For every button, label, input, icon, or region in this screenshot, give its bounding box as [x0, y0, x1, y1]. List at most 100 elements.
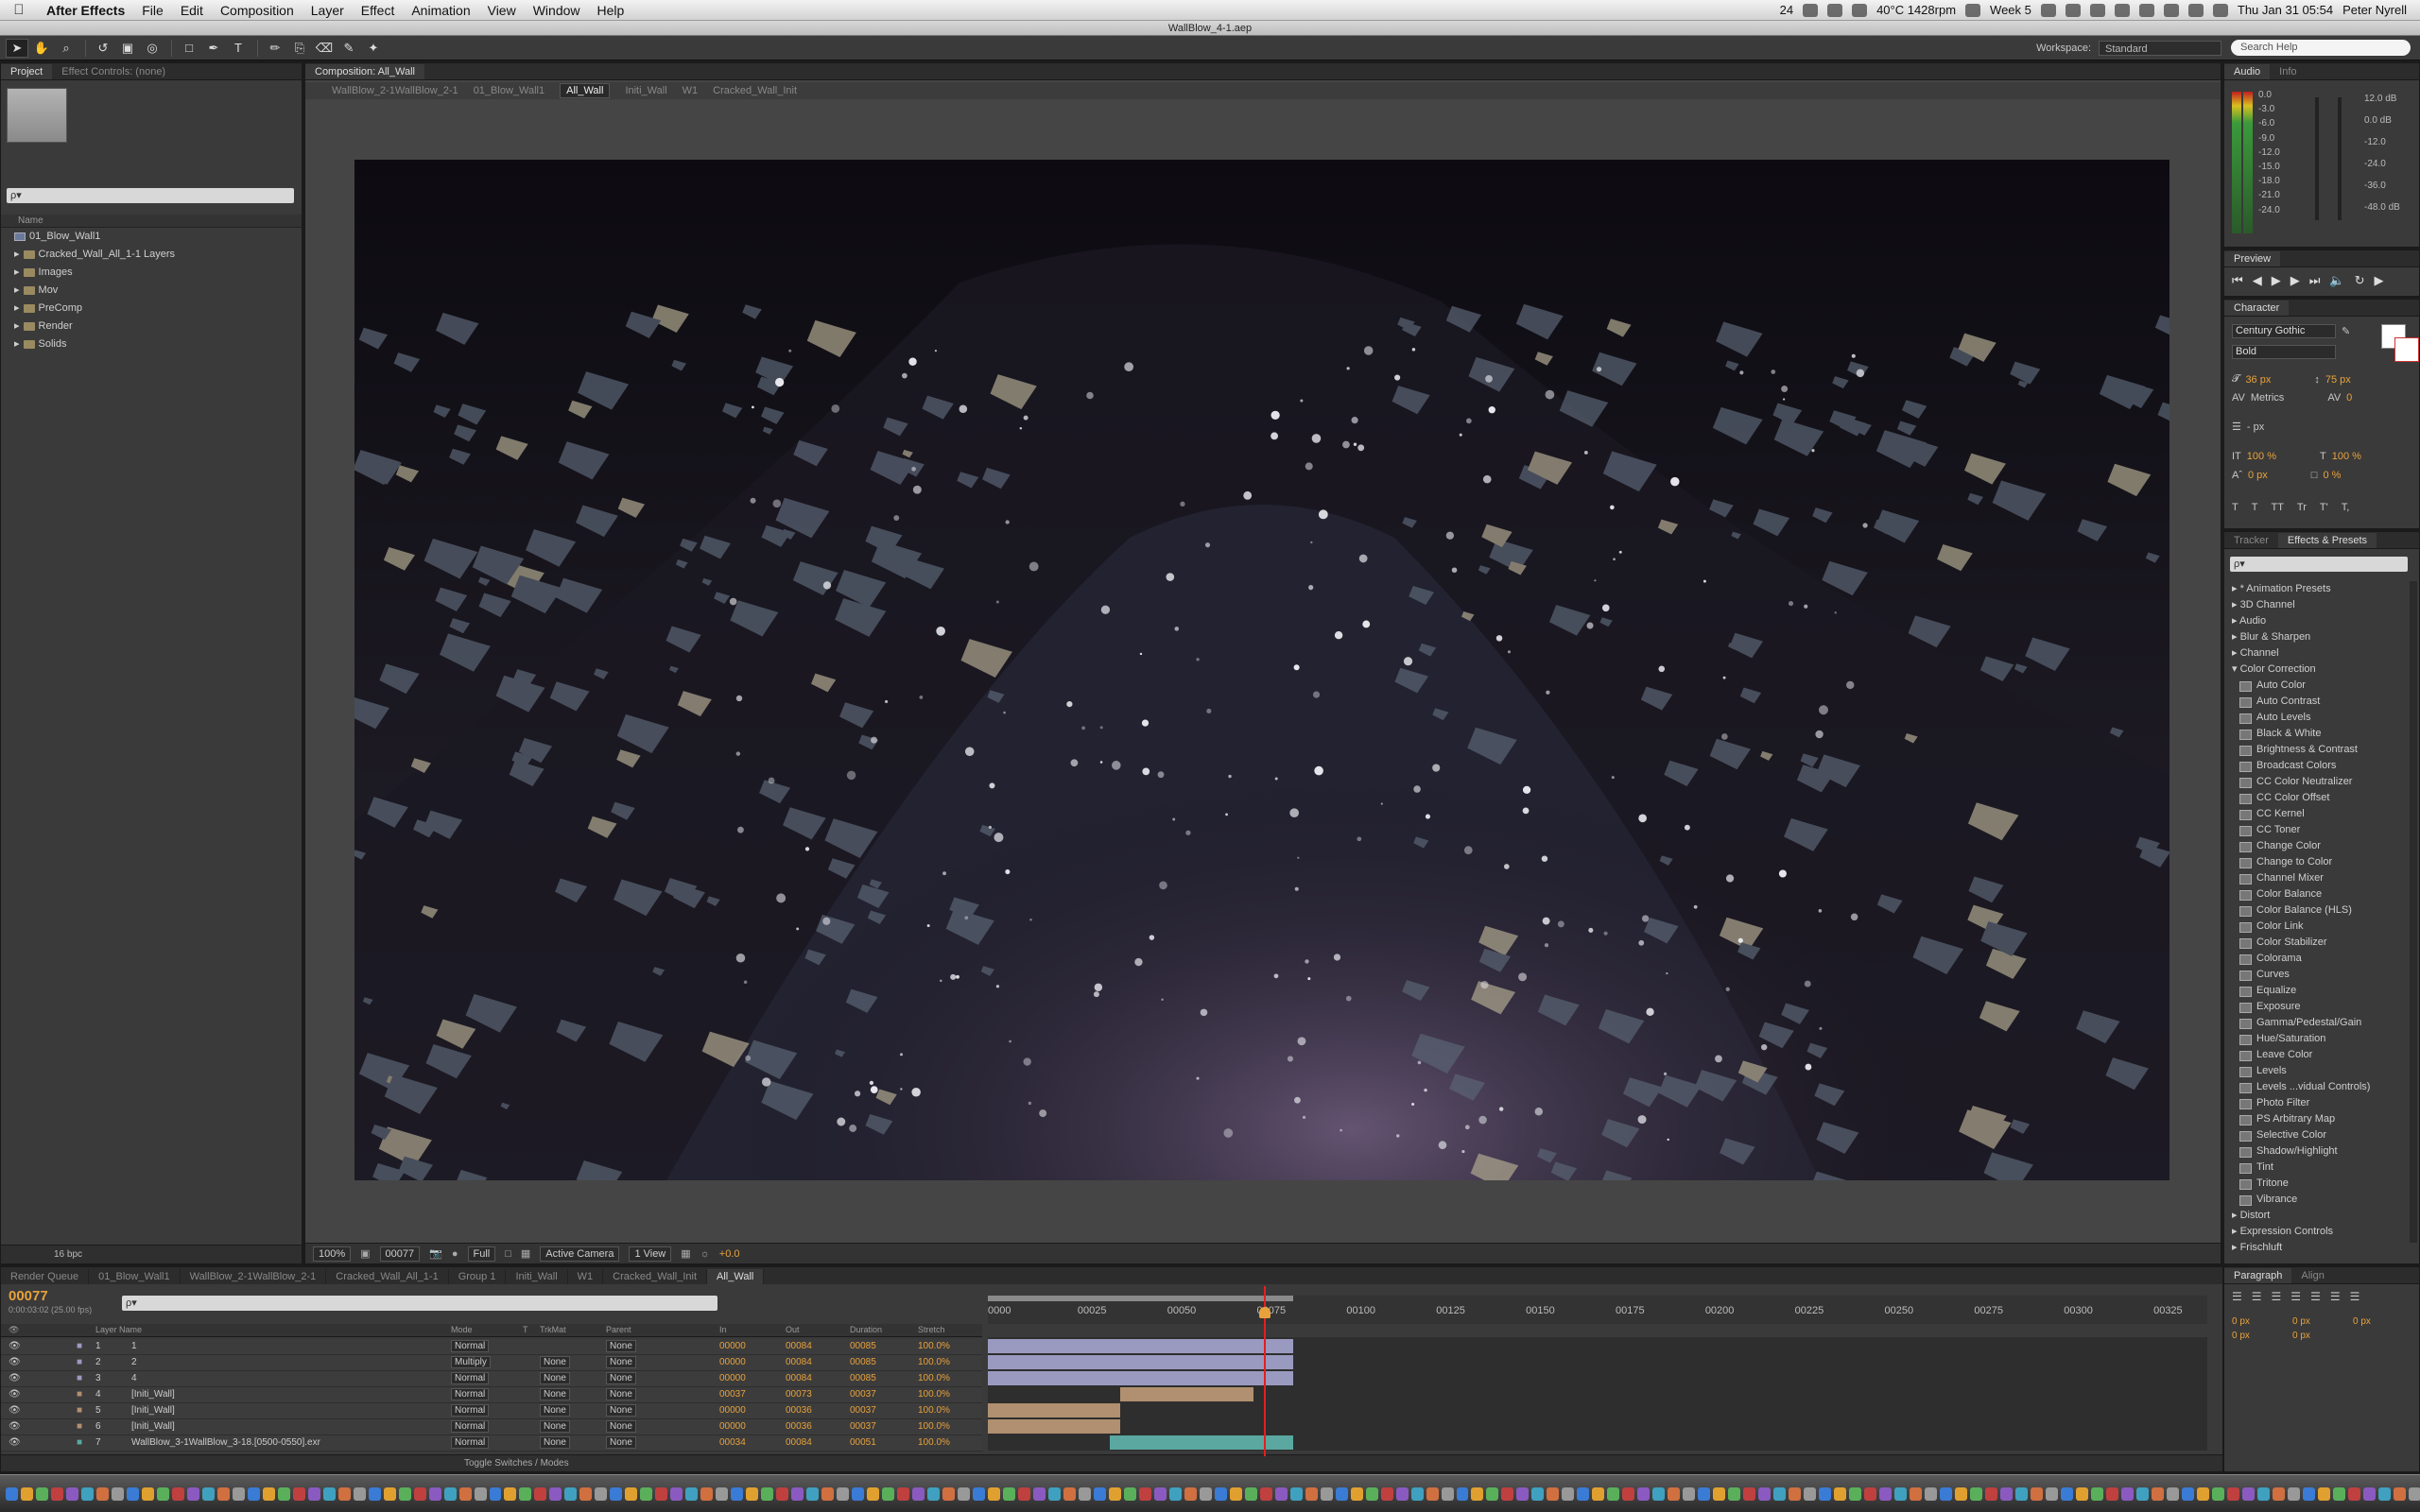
dock-app-icon[interactable] [2287, 1486, 2300, 1501]
eye-icon[interactable]: 👁 [9, 1437, 21, 1448]
layer-row[interactable]: 👁 ■ 2 2 Multiply None None 00000 00084 00085 100.0… [1, 1355, 982, 1371]
color-channel-icon[interactable]: ● [452, 1248, 458, 1260]
subscript-button[interactable]: T, [2342, 502, 2350, 513]
dock-app-icon[interactable] [1259, 1486, 1272, 1501]
dock-app-icon[interactable] [2045, 1486, 2058, 1501]
layer-mode-dropdown[interactable]: Normal [451, 1388, 490, 1400]
dock-app-icon[interactable] [458, 1486, 472, 1501]
dock-app-icon[interactable] [1531, 1486, 1545, 1501]
dock-app-icon[interactable] [20, 1486, 33, 1501]
effect-category[interactable]: ▸ Frischluft [2224, 1240, 2410, 1256]
roto-brush-tool-icon[interactable]: ✎ [337, 39, 360, 58]
layer-duration[interactable]: 00085 [850, 1357, 876, 1367]
view-layout-dropdown[interactable]: 1 View [629, 1246, 672, 1262]
justify-center-icon[interactable]: ☰ [2310, 1290, 2321, 1303]
effect-item[interactable]: Leave Color [2224, 1047, 2410, 1063]
dock-app-icon[interactable] [1380, 1486, 1393, 1501]
effect-item[interactable]: Brightness & Contrast [2224, 742, 2410, 758]
dock-app-icon[interactable] [1123, 1486, 1136, 1501]
dock-app-icon[interactable] [549, 1486, 562, 1501]
breadcrumb-item[interactable]: W1 [683, 85, 699, 96]
layer-mode-dropdown[interactable]: Normal [451, 1436, 490, 1449]
space-before-value[interactable]: 0 px [2232, 1331, 2292, 1341]
dock-app-icon[interactable] [80, 1486, 94, 1501]
dock-app-icon[interactable] [837, 1486, 850, 1501]
dock-app-icon[interactable] [1637, 1486, 1651, 1501]
effect-item[interactable]: Levels ...vidual Controls) [2224, 1079, 2410, 1095]
tab-timeline[interactable]: Cracked_Wall_All_1-1 [326, 1269, 449, 1284]
header-trkmat[interactable]: TrkMat [540, 1325, 566, 1334]
dock-app-icon[interactable] [383, 1486, 396, 1501]
dock-app-icon[interactable] [50, 1486, 63, 1501]
effect-item[interactable]: Broadcast Colors [2224, 758, 2410, 774]
dock-app-icon[interactable] [2075, 1486, 2088, 1501]
adobe-ai-status[interactable]: 24 [1780, 3, 1793, 17]
rectangle-tool-icon[interactable]: □ [178, 39, 200, 58]
timeline-current-time[interactable]: 00077 [9, 1288, 48, 1304]
layer-trkmat-dropdown[interactable]: None [540, 1404, 570, 1417]
dock-app-icon[interactable] [1819, 1486, 1832, 1501]
last-frame-icon[interactable]: ⏭ [2309, 273, 2321, 288]
effect-category[interactable]: ▸ Distort [2224, 1208, 2410, 1224]
font-size-value[interactable]: 36 px [2245, 374, 2271, 386]
layer-parent-dropdown[interactable]: None [606, 1404, 636, 1417]
align-right-icon[interactable]: ☰ [2272, 1290, 2282, 1303]
dock-app-icon[interactable] [1199, 1486, 1212, 1501]
all-caps-button[interactable]: TT [2271, 502, 2283, 513]
project-item[interactable]: ▸ Solids [1, 335, 302, 353]
dock-app-icon[interactable] [1910, 1486, 1923, 1501]
layer-mode-dropdown[interactable]: Normal [451, 1420, 490, 1433]
playhead-handle[interactable] [1259, 1307, 1271, 1318]
layer-parent-dropdown[interactable]: None [606, 1436, 636, 1449]
dock-app-icon[interactable] [292, 1486, 305, 1501]
breadcrumb-item[interactable]: Cracked_Wall_Init [713, 85, 797, 96]
dock-app-icon[interactable] [2362, 1486, 2376, 1501]
display-icon[interactable] [2114, 3, 2130, 17]
fast-previews-icon[interactable]: ☼ [700, 1248, 710, 1260]
dock-app-icon[interactable] [2151, 1486, 2164, 1501]
flag-icon[interactable] [2187, 3, 2204, 17]
effect-item[interactable]: CC Color Neutralizer [2224, 774, 2410, 790]
dock-app-icon[interactable] [564, 1486, 578, 1501]
dock-app-icon[interactable] [2120, 1486, 2134, 1501]
effect-item[interactable]: Color Balance (HLS) [2224, 902, 2410, 919]
dock-app-icon[interactable] [987, 1486, 1000, 1501]
layer-stretch[interactable]: 100.0% [918, 1341, 950, 1351]
layer-row[interactable]: 👁 ■ 3 4 Normal None None 00000 00084 00085 100.0% [1, 1371, 982, 1387]
dock-app-icon[interactable] [1365, 1486, 1378, 1501]
layer-in[interactable]: 00000 [719, 1373, 746, 1383]
mute-audio-icon[interactable]: 🔈 [2329, 273, 2344, 288]
column-header-name[interactable]: Name [1, 215, 302, 228]
temperature-status[interactable]: 40°C 1428rpm [1876, 3, 1956, 17]
dock-app-icon[interactable] [2377, 1486, 2391, 1501]
dock-app-icon[interactable] [1864, 1486, 1877, 1501]
tab-timeline[interactable]: W1 [568, 1269, 604, 1284]
header-out[interactable]: Out [786, 1325, 800, 1334]
dock-app-icon[interactable] [1426, 1486, 1439, 1501]
header-stretch[interactable]: Stretch [918, 1325, 945, 1334]
dock-app-icon[interactable] [2408, 1486, 2420, 1501]
effect-category[interactable]: ▸ * Animation Presets [2224, 581, 2410, 597]
transparency-grid-icon[interactable]: ▦ [521, 1247, 530, 1260]
layer-stretch[interactable]: 100.0% [918, 1373, 950, 1383]
dock-app-icon[interactable] [1999, 1486, 2013, 1501]
dock-app-icon[interactable] [398, 1486, 411, 1501]
justify-left-icon[interactable]: ☰ [2290, 1290, 2301, 1303]
layer-trkmat-dropdown[interactable]: None [540, 1372, 570, 1384]
dock-app-icon[interactable] [1954, 1486, 1967, 1501]
effect-category[interactable]: ▸ Audio [2224, 613, 2410, 629]
dock-app-icon[interactable] [791, 1486, 804, 1501]
dock-app-icon[interactable] [700, 1486, 714, 1501]
effect-item[interactable]: Photo Filter [2224, 1095, 2410, 1111]
dock-app-icon[interactable] [1758, 1486, 1772, 1501]
dock-app-icon[interactable] [595, 1486, 608, 1501]
dock-app-icon[interactable] [882, 1486, 895, 1501]
layer-in[interactable]: 00000 [719, 1357, 746, 1367]
tab-effects-presets[interactable]: Effects & Presets [2277, 533, 2377, 548]
dock-app-icon[interactable] [95, 1486, 109, 1501]
layer-duration[interactable]: 00037 [850, 1389, 876, 1400]
dock-app-icon[interactable] [216, 1486, 230, 1501]
layer-out[interactable]: 00084 [786, 1357, 812, 1367]
effect-item[interactable]: Vibrance [2224, 1192, 2410, 1208]
layer-tracks[interactable] [988, 1337, 2207, 1451]
